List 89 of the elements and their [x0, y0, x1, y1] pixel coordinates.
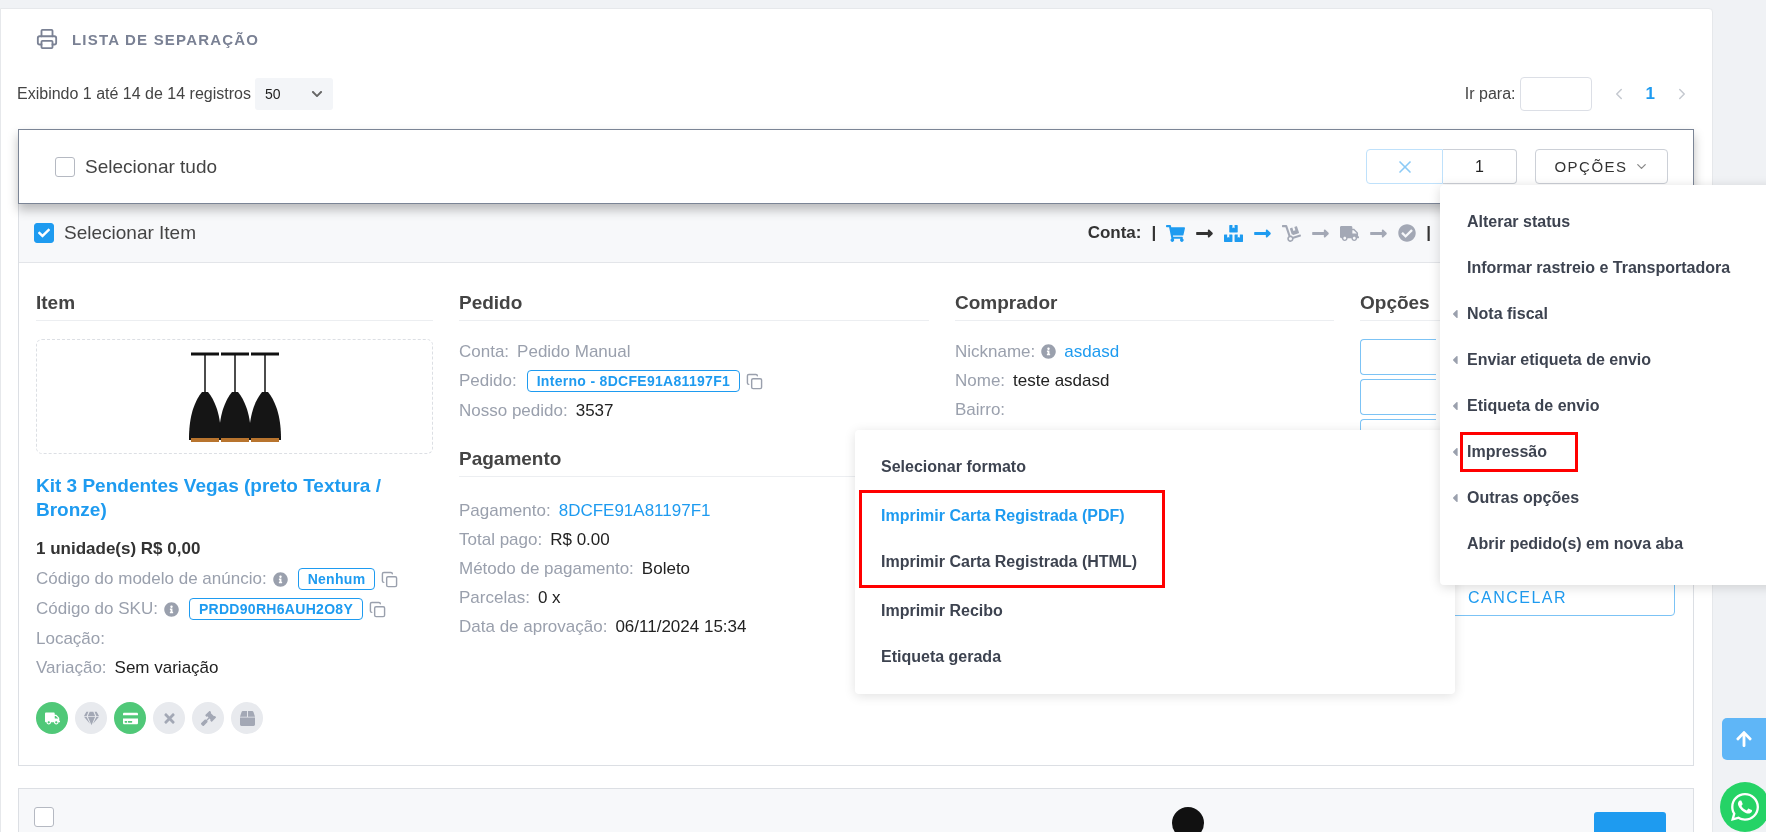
checkbox-label: Selecionar Item — [64, 222, 196, 245]
section-heading: Comprador — [955, 285, 1334, 322]
page-title: LISTA DE SEPARAÇÃO — [72, 30, 260, 48]
item-quantity: 1 unidade(s) R$ 0,00 — [36, 538, 202, 561]
field-label: Locação: — [36, 628, 105, 649]
copy-icon[interactable] — [369, 600, 387, 618]
copy-icon[interactable] — [381, 570, 399, 588]
caret-icon — [1450, 445, 1460, 459]
checkbox[interactable] — [34, 223, 54, 244]
menu-label: Nota fiscal — [1466, 304, 1549, 324]
section-heading: Item — [36, 285, 433, 322]
field-label: Total pago: — [459, 529, 543, 550]
options-button[interactable]: OPÇÕES — [1535, 149, 1668, 185]
caret-icon — [1450, 307, 1460, 321]
field-label: Pedido: — [459, 371, 517, 392]
credit-card-status-badge[interactable] — [114, 702, 146, 735]
field-label: Nickname: — [955, 341, 1036, 362]
menu-label: Abrir pedido(s) em nova aba — [1466, 534, 1685, 554]
field-value: 3537 — [575, 400, 614, 421]
option-button[interactable] — [1360, 379, 1436, 416]
close-status-badge[interactable] — [153, 702, 185, 735]
field-label: Bairro: — [955, 399, 1006, 420]
field-label: Variação: — [36, 657, 107, 678]
records-info: Exibindo 1 até 14 de 14 registros — [17, 85, 251, 104]
option-button[interactable] — [1360, 339, 1436, 376]
goto-label: Ir para: — [1464, 85, 1516, 104]
code-tag: Interno - 8DCFE91A81197F1 — [526, 370, 741, 393]
code-tag: Nenhum — [297, 568, 376, 591]
field-value: teste asdasd — [1013, 370, 1110, 391]
clear-selection-button[interactable] — [1366, 149, 1443, 185]
field-label: Código do SKU: — [36, 599, 158, 620]
separator: | — [1426, 223, 1431, 244]
gavel-status-badge[interactable] — [192, 702, 224, 735]
page-size-select[interactable]: 50 — [254, 78, 333, 111]
info-icon — [163, 601, 179, 617]
info-icon — [272, 571, 288, 587]
section-heading: Pedido — [459, 285, 929, 322]
caret-icon — [1450, 491, 1460, 505]
checkbox[interactable] — [55, 156, 75, 177]
menu-item[interactable]: Enviar etiqueta de envio — [1440, 337, 1766, 383]
annotation-box: Impressão — [1460, 432, 1579, 472]
whatsapp-button[interactable] — [1720, 782, 1766, 832]
field-label: Conta: — [459, 341, 510, 362]
field-label: Nome: — [955, 370, 1006, 391]
info-icon — [1041, 344, 1057, 360]
menu-label: Outras opções — [1466, 488, 1581, 508]
field-label: Pagamento: — [459, 500, 551, 521]
arrow-up-icon — [1735, 730, 1753, 748]
field-value: 0 x — [537, 587, 561, 608]
copy-icon[interactable] — [746, 372, 764, 390]
menu-item[interactable]: Abrir pedido(s) em nova aba — [1440, 521, 1766, 567]
avatar — [1172, 807, 1204, 832]
menu-label: Alterar status — [1466, 212, 1572, 232]
account-label: Conta: — [1087, 223, 1142, 244]
caret-icon — [1450, 353, 1460, 367]
separator: | — [1151, 223, 1157, 244]
truck-status-badge[interactable] — [36, 702, 68, 735]
field-label: Nosso pedido: — [459, 400, 568, 421]
menu-item[interactable]: Etiqueta de envio — [1440, 383, 1766, 429]
field-value: Sem variação — [114, 657, 219, 678]
field-value: Pedido Manual — [517, 341, 631, 362]
scroll-to-top-button[interactable] — [1722, 718, 1766, 760]
code-tag: PRDD90RH6AUH2O8Y — [188, 598, 364, 621]
menu-label: Informar rastreio e Transportadora — [1466, 258, 1732, 278]
caret-icon — [1450, 399, 1460, 413]
field-value: R$ 0.00 — [550, 529, 610, 550]
checkbox[interactable] — [34, 807, 54, 828]
menu-item[interactable]: Etiqueta gerada — [855, 634, 1455, 680]
menu-label: Enviar etiqueta de envio — [1466, 350, 1653, 370]
menu-item[interactable]: Imprimir Carta Registrada (HTML) — [862, 539, 1162, 585]
field-label: Método de pagamento: — [459, 558, 634, 579]
field-value: Boleto — [641, 558, 691, 579]
menu-item[interactable]: Impressão — [1440, 429, 1766, 475]
goto-page-field[interactable] — [1519, 77, 1592, 112]
field-label: Código do modelo de anúncio: — [36, 569, 267, 590]
box-status-badge[interactable] — [231, 702, 263, 735]
field-label: Parcelas: — [459, 587, 530, 608]
menu-label: Etiqueta de envio — [1466, 396, 1601, 416]
menu-item[interactable]: Alterar status — [1440, 199, 1766, 245]
printer-icon — [36, 28, 58, 51]
check-icon — [38, 227, 50, 240]
field-value: 06/11/2024 15:34 — [615, 616, 747, 637]
menu-item[interactable]: Outras opções — [1440, 475, 1766, 521]
gem-status-badge[interactable] — [75, 702, 107, 735]
checkbox-label: Selecionar tudo — [85, 155, 218, 178]
field-label: Data de aprovação: — [459, 616, 608, 637]
status-tag — [1594, 812, 1666, 832]
selected-count: 1 — [1443, 149, 1517, 185]
whatsapp-icon — [1729, 791, 1761, 823]
